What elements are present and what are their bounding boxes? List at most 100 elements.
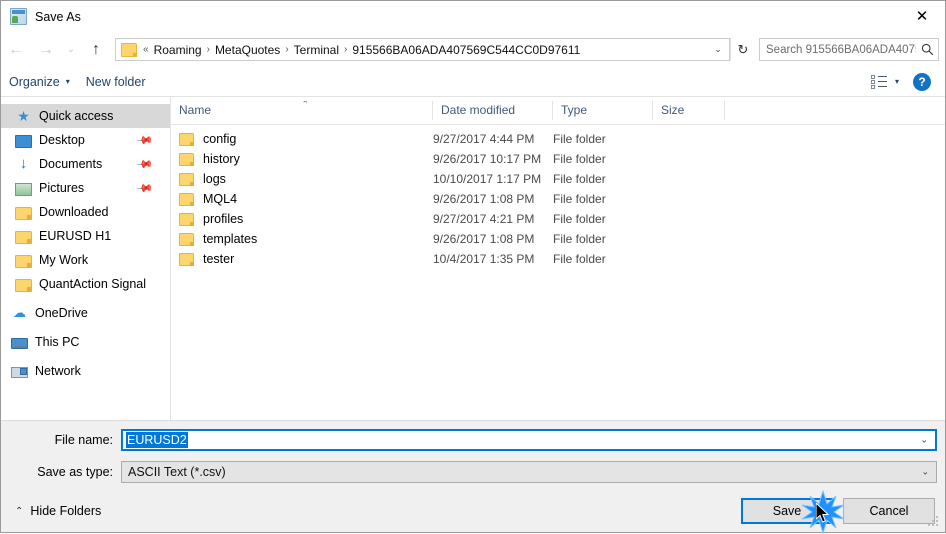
sidebar-item-onedrive[interactable]: ☁ OneDrive xyxy=(1,301,170,325)
file-name-input[interactable]: EURUSD2 ⌄ xyxy=(121,429,937,451)
hide-folders-button[interactable]: ⌃ Hide Folders xyxy=(15,504,101,518)
cancel-button[interactable]: Cancel xyxy=(843,498,935,524)
sidebar-item-quick-access[interactable]: ★ Quick access xyxy=(1,104,170,128)
column-header-spacer xyxy=(725,101,945,120)
refresh-icon[interactable]: ↻ xyxy=(730,38,755,61)
file-name-cell: templates xyxy=(171,232,433,246)
resize-grip[interactable] xyxy=(928,516,940,528)
folder-icon xyxy=(15,230,32,244)
file-date-cell: 9/26/2017 1:08 PM xyxy=(433,232,535,246)
column-header-type[interactable]: Type xyxy=(553,101,653,120)
sidebar-item-this-pc[interactable]: This PC xyxy=(1,330,170,354)
sidebar-item-desktop[interactable]: Desktop 📌 xyxy=(1,128,170,152)
column-header-name[interactable]: Name ⌃ xyxy=(171,101,433,120)
sidebar-item-network[interactable]: Network xyxy=(1,359,170,383)
sidebar-item-my-work[interactable]: My Work xyxy=(1,248,170,272)
table-row[interactable]: config 9/27/2017 4:44 PM File folder xyxy=(171,129,945,149)
file-name-value: EURUSD2 xyxy=(126,432,188,448)
close-icon[interactable]: ✕ xyxy=(899,1,945,32)
chevron-down-icon[interactable]: ⌄ xyxy=(921,467,929,478)
save-as-type-select[interactable]: ASCII Text (*.csv) ⌄ xyxy=(121,461,937,483)
folder-icon xyxy=(179,252,194,266)
chevron-down-icon[interactable]: ⌄ xyxy=(920,435,928,446)
star-icon: ★ xyxy=(17,108,30,124)
sidebar-item-downloaded[interactable]: Downloaded xyxy=(1,200,170,224)
organize-button[interactable]: Organize ▾ xyxy=(1,70,78,94)
folder-icon xyxy=(179,132,194,146)
title-bar: Save As ✕ xyxy=(1,1,945,32)
file-name-cell: profiles xyxy=(171,212,433,226)
file-name-label: MQL4 xyxy=(203,192,238,206)
breadcrumb-item-roaming[interactable]: Roaming xyxy=(151,43,205,57)
save-button[interactable]: Save xyxy=(741,498,833,524)
up-button[interactable]: ↑ xyxy=(81,35,111,65)
address-bar[interactable]: « Roaming › MetaQuotes › Terminal › 9155… xyxy=(115,38,730,61)
sidebar-item-label: QuantAction Signal xyxy=(39,277,147,291)
forward-button[interactable]: → xyxy=(31,35,61,65)
file-name-cell: config xyxy=(171,132,433,146)
view-layout-icon[interactable] xyxy=(870,74,889,89)
search-input[interactable]: Search 915566BA06ADA40756... xyxy=(760,44,916,56)
breadcrumb-item-metaquotes[interactable]: MetaQuotes xyxy=(212,43,283,57)
table-row[interactable]: tester 10/4/2017 1:35 PM File folder xyxy=(171,249,945,269)
file-type-cell: File folder xyxy=(553,132,606,146)
chevron-down-icon: ▾ xyxy=(65,77,70,86)
folder-icon xyxy=(15,278,32,292)
sidebar-item-quantaction-signal[interactable]: QuantAction Signal xyxy=(1,272,170,296)
table-row[interactable]: profiles 9/27/2017 4:21 PM File folder xyxy=(171,209,945,229)
file-date-cell: 9/27/2017 4:44 PM xyxy=(433,132,535,146)
folder-icon xyxy=(121,42,137,57)
save-app-icon xyxy=(10,8,27,25)
back-button[interactable]: ← xyxy=(1,35,31,65)
sidebar-item-pictures[interactable]: Pictures 📌 xyxy=(1,176,170,200)
sidebar-item-label: Downloaded xyxy=(39,205,109,219)
search-icon xyxy=(916,43,938,56)
pin-icon[interactable]: 📌 xyxy=(136,179,155,197)
file-date-cell: 10/4/2017 1:35 PM xyxy=(433,252,535,266)
sidebar-item-label: My Work xyxy=(39,253,89,267)
file-name-cell: logs xyxy=(171,172,433,186)
chevron-down-icon[interactable]: ⌄ xyxy=(707,39,729,60)
file-name-cell: tester xyxy=(171,252,433,266)
file-list-pane: Name ⌃ Date modified Type Size config 9/… xyxy=(171,97,945,420)
breadcrumb-item-current[interactable]: 915566BA06ADA407569C544CC0D97611 xyxy=(349,43,583,57)
command-toolbar: Organize ▾ New folder ▾ ? xyxy=(1,67,945,97)
pin-icon[interactable]: 📌 xyxy=(136,155,155,173)
file-type-cell: File folder xyxy=(553,152,606,166)
table-row[interactable]: logs 10/10/2017 1:17 PM File folder xyxy=(171,169,945,189)
file-date-cell: 9/26/2017 1:08 PM xyxy=(433,192,535,206)
folder-icon xyxy=(15,206,32,220)
table-row[interactable]: templates 9/26/2017 1:08 PM File folder xyxy=(171,229,945,249)
file-date-cell: 10/10/2017 1:17 PM xyxy=(433,172,542,186)
new-folder-button[interactable]: New folder xyxy=(78,70,154,94)
recent-locations-button[interactable]: ⌄ xyxy=(61,35,81,65)
table-row[interactable]: history 9/26/2017 10:17 PM File folder xyxy=(171,149,945,169)
column-label: Name xyxy=(179,103,212,117)
folder-icon xyxy=(179,212,194,226)
file-date-cell: 9/26/2017 10:17 PM xyxy=(433,152,542,166)
sidebar-item-label: Pictures xyxy=(39,181,85,195)
table-row[interactable]: MQL4 9/26/2017 1:08 PM File folder xyxy=(171,189,945,209)
sidebar-item-label: Quick access xyxy=(39,109,114,123)
search-box[interactable]: Search 915566BA06ADA40756... xyxy=(759,38,939,61)
save-as-dialog: Save As ✕ ← → ⌄ ↑ « Roaming › MetaQuotes… xyxy=(0,0,946,534)
sidebar-item-documents[interactable]: ↓ Documents 📌 xyxy=(1,152,170,176)
breadcrumb: « Roaming › MetaQuotes › Terminal › 9155… xyxy=(141,43,707,57)
file-name-row: File name: EURUSD2 ⌄ xyxy=(1,427,945,453)
file-type-cell: File folder xyxy=(553,172,606,186)
pictures-icon xyxy=(15,182,32,196)
pin-icon[interactable]: 📌 xyxy=(136,131,155,149)
sidebar-item-label: EURUSD H1 xyxy=(39,229,112,243)
breadcrumb-item-terminal[interactable]: Terminal xyxy=(291,43,342,57)
file-type-cell: File folder xyxy=(553,212,606,226)
sidebar-item-eurusd-h1[interactable]: EURUSD H1 xyxy=(1,224,170,248)
view-dropdown-icon[interactable]: ▾ xyxy=(895,77,899,86)
help-button[interactable]: ? xyxy=(913,72,931,91)
desktop-icon xyxy=(15,134,32,148)
column-header-size[interactable]: Size xyxy=(653,101,725,120)
breadcrumb-overflow[interactable]: « xyxy=(141,44,151,55)
file-name-cell: MQL4 xyxy=(171,192,433,206)
file-name-label: profiles xyxy=(203,212,244,226)
computer-icon xyxy=(11,337,28,349)
column-header-date-modified[interactable]: Date modified xyxy=(433,101,553,120)
